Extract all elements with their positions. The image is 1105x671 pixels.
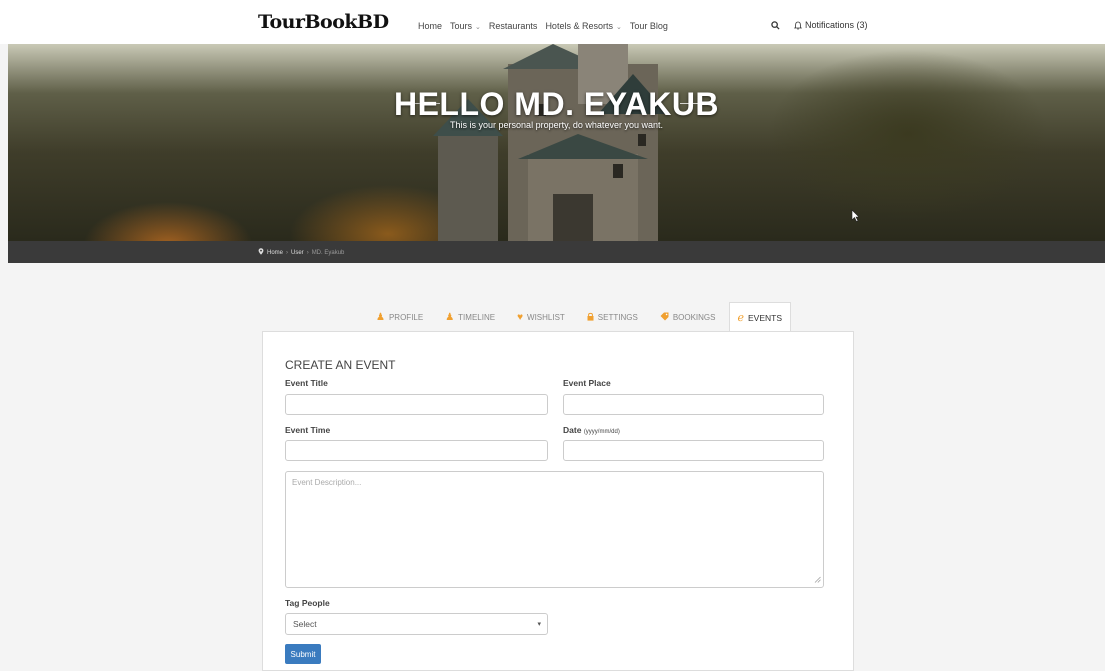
heart-icon: ♥	[517, 312, 524, 323]
nav-item-label: Tours	[450, 21, 473, 31]
top-navbar: TourBookBD Home Tours ⌄ Restaurants Hotel…	[0, 0, 1105, 44]
hero-subtitle: This is your personal property, do whate…	[450, 120, 663, 130]
breadcrumb-bar: Home › User › MD. Eyakub	[8, 241, 1105, 263]
tab-profile[interactable]: ♟ PROFILE	[367, 302, 432, 332]
user-icon: ♟	[445, 312, 455, 323]
nav-item-tour-blog[interactable]: Tour Blog	[630, 21, 668, 31]
nav-item-label: Home	[418, 21, 443, 31]
mouse-pointer-icon	[851, 209, 860, 227]
search-icon[interactable]	[771, 20, 780, 30]
tab-bookings[interactable]: BOOKINGS	[651, 302, 725, 332]
resize-handle-icon[interactable]	[814, 576, 821, 585]
tag-people-label: Tag People	[285, 598, 330, 608]
notifications-link[interactable]: Notifications (3)	[794, 20, 868, 30]
breadcrumb-user[interactable]: User	[291, 250, 304, 256]
tab-label: PROFILE	[388, 313, 424, 322]
breadcrumb-current: MD. Eyakub	[311, 249, 345, 256]
user-icon: ♟	[376, 312, 385, 323]
tab-label: TIMELINE	[458, 313, 496, 322]
castle-illustration	[433, 44, 668, 241]
event-icon: ℯ	[737, 312, 745, 324]
tab-settings[interactable]: SETTINGS	[578, 302, 647, 332]
form-heading: CREATE AN EVENT	[285, 358, 396, 372]
profile-tabs: ♟ PROFILE ♟ TIMELINE ♥ WISHLIST SETTINGS…	[367, 302, 792, 332]
bell-icon	[794, 21, 802, 30]
submit-button[interactable]: Submit	[285, 644, 321, 664]
notifications-label: Notifications (3)	[805, 20, 868, 30]
date-input[interactable]	[563, 440, 824, 461]
location-pin-icon	[258, 248, 264, 257]
tag-icon	[660, 312, 669, 324]
lock-icon	[587, 312, 594, 324]
event-place-input[interactable]	[563, 394, 824, 415]
event-title-input[interactable]	[285, 394, 548, 415]
event-time-input[interactable]	[285, 440, 548, 461]
title-divider-right	[680, 103, 714, 104]
breadcrumb-separator: ›	[306, 249, 309, 256]
hero-title: HELLO MD. EYAKUB	[393, 86, 720, 122]
nav-item-restaurants[interactable]: Restaurants	[489, 21, 538, 31]
breadcrumb-separator: ›	[286, 249, 289, 256]
date-format-hint: (yyyy/mm/dd)	[583, 429, 620, 435]
event-description-textarea[interactable]: Event Description...	[285, 471, 824, 588]
chevron-down-icon: ⌄	[615, 24, 622, 31]
date-label-text: Date	[563, 425, 582, 435]
breadcrumb: Home › User › MD. Eyakub	[258, 248, 344, 257]
tag-people-selected: Select	[293, 619, 317, 629]
tab-label: EVENTS	[748, 312, 783, 323]
nav-item-label: Hotels & Resorts	[545, 21, 613, 31]
tab-label: SETTINGS	[597, 313, 638, 322]
tab-label: WISHLIST	[527, 313, 565, 322]
tab-label: BOOKINGS	[672, 313, 716, 322]
chevron-down-icon: ⌄	[475, 24, 481, 31]
main-nav: Home Tours ⌄ Restaurants Hotels & Resorts…	[418, 21, 668, 31]
nav-item-tours[interactable]: Tours ⌄	[450, 21, 481, 31]
description-placeholder: Event Description...	[292, 478, 362, 487]
tab-timeline[interactable]: ♟ TIMELINE	[436, 302, 504, 332]
nav-item-home[interactable]: Home	[418, 21, 442, 31]
date-label: Date (yyyy/mm/dd)	[563, 425, 620, 435]
chevron-down-icon: ▾	[537, 621, 541, 628]
tab-events[interactable]: ℯ EVENTS	[728, 302, 792, 332]
nav-item-hotels-resorts[interactable]: Hotels & Resorts ⌄	[545, 21, 621, 31]
site-logo[interactable]: TourBookBD	[258, 11, 389, 33]
event-time-label: Event Time	[285, 425, 331, 435]
event-title-label: Event Title	[285, 378, 328, 388]
breadcrumb-home[interactable]: Home	[267, 250, 283, 256]
tag-people-select[interactable]: Select ▾	[285, 613, 548, 635]
tab-wishlist[interactable]: ♥ WISHLIST	[508, 302, 574, 332]
hero-banner: HELLO MD. EYAKUB This is your personal p…	[8, 44, 1105, 241]
nav-item-label: Tour Blog	[629, 21, 668, 31]
nav-right: Notifications (3)	[771, 20, 868, 30]
event-place-label: Event Place	[563, 378, 611, 388]
nav-item-label: Restaurants	[488, 21, 538, 31]
